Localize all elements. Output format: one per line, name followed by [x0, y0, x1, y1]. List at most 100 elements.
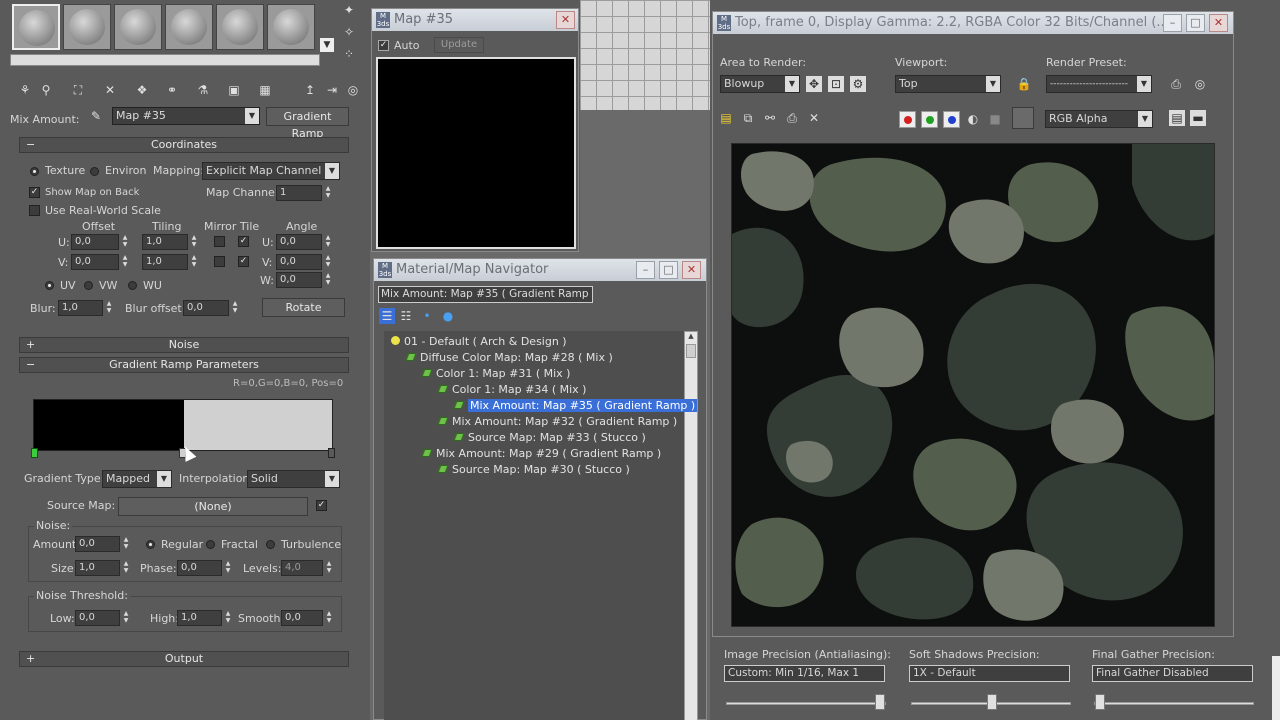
navigator-titlebar[interactable]: M 3ds Material/Map Navigator: [374, 259, 706, 281]
auto-checkbox[interactable]: ✓: [378, 40, 389, 51]
view-list-icons-icon[interactable]: ☷: [398, 308, 414, 324]
u-tiling-field[interactable]: 1,0: [142, 234, 188, 250]
interpolation-dropdown[interactable]: Solid ▼: [247, 470, 340, 488]
show-map-icon[interactable]: ▦: [257, 82, 273, 98]
v-tiling-field[interactable]: 1,0: [142, 254, 188, 270]
side-tool-icon[interactable]: ⁘: [341, 46, 357, 62]
source-map-checkbox[interactable]: ✓: [316, 500, 327, 511]
w-angle-spinner[interactable]: ▲ ▼: [323, 272, 333, 288]
map-name-dropdown[interactable]: Map #35 ▼: [112, 107, 260, 125]
mapping-dropdown[interactable]: Explicit Map Channel ▼: [202, 162, 340, 180]
phase-spinner[interactable]: ▲ ▼: [223, 560, 233, 576]
u-angle-spinner[interactable]: ▲ ▼: [323, 234, 333, 250]
sample-sphere[interactable]: [12, 4, 60, 50]
image-precision-field[interactable]: Custom: Min 1/16, Max 1: [724, 665, 885, 682]
assign-material-icon[interactable]: ⛶: [70, 82, 86, 98]
blur-offset-spinner[interactable]: ▲ ▼: [230, 300, 240, 316]
side-tool-icon[interactable]: ✧: [341, 24, 357, 40]
area-to-render-dropdown[interactable]: Blowup ▼: [720, 75, 800, 93]
navigator-scrollbar[interactable]: ▲: [684, 331, 698, 720]
gradient-type-dropdown[interactable]: Mapped ▼: [102, 470, 172, 488]
amount-spinner[interactable]: ▲ ▼: [121, 536, 131, 552]
save-image-icon[interactable]: ▤: [718, 110, 734, 126]
v-offset-field[interactable]: 0,0: [71, 254, 119, 270]
color-swatch[interactable]: [1012, 107, 1034, 129]
tree-item[interactable]: Mix Amount: Map #32 ( Gradient Ramp ): [437, 414, 677, 429]
gradient-params-rollout[interactable]: − Gradient Ramp Parameters: [19, 357, 349, 373]
turbulence-radio[interactable]: [266, 540, 275, 549]
flag-marker-end[interactable]: [328, 448, 335, 458]
u-mirror-checkbox[interactable]: [214, 236, 225, 247]
u-tile-checkbox[interactable]: ✓: [238, 236, 249, 247]
u-offset-spinner[interactable]: ▲ ▼: [120, 234, 130, 250]
view-large-icons-icon[interactable]: ●: [440, 308, 456, 324]
flag-marker-green[interactable]: [31, 448, 38, 458]
low-field[interactable]: 0,0: [75, 610, 120, 626]
u-angle-field[interactable]: 0,0: [276, 234, 322, 250]
tree-item[interactable]: Diffuse Color Map: Map #28 ( Mix ): [405, 350, 613, 365]
size-spinner[interactable]: ▲ ▼: [121, 560, 131, 576]
gradient-ramp-bar[interactable]: [33, 399, 333, 451]
sample-sphere[interactable]: [216, 4, 264, 50]
map-channel-spinner[interactable]: ▲ ▼: [323, 185, 333, 201]
u-offset-field[interactable]: 0,0: [71, 234, 119, 250]
high-field[interactable]: 1,0: [177, 610, 222, 626]
go-forward-icon[interactable]: ⇥: [324, 82, 340, 98]
monochrome-icon[interactable]: ■: [987, 111, 1003, 127]
green-channel-toggle[interactable]: [921, 111, 938, 128]
options-icon[interactable]: ◎: [345, 82, 361, 98]
soft-shadows-field[interactable]: 1X - Default: [909, 665, 1070, 682]
image-precision-slider-thumb[interactable]: [875, 694, 885, 710]
final-gather-slider[interactable]: [1094, 702, 1254, 705]
minimize-icon[interactable]: –: [636, 261, 655, 279]
tree-item-selected[interactable]: Mix Amount: Map #35 ( Gradient Ramp ): [453, 398, 698, 413]
texture-radio[interactable]: [30, 167, 39, 176]
source-map-button[interactable]: (None): [118, 497, 308, 516]
tree-item-root[interactable]: 01 - Default ( Arch & Design ): [391, 334, 567, 349]
delete-icon[interactable]: ✕: [102, 82, 118, 98]
map-preview-titlebar[interactable]: M 3ds Map #35: [372, 9, 578, 31]
put-to-scene-icon[interactable]: ⚲: [38, 82, 54, 98]
minimize-icon[interactable]: –: [1163, 14, 1182, 32]
render-setup-icon[interactable]: ⚙: [850, 76, 866, 92]
viewport-grid[interactable]: [580, 0, 710, 110]
smooth-field[interactable]: 0,0: [281, 610, 323, 626]
get-material-icon[interactable]: ⚘: [17, 82, 33, 98]
maximize-icon[interactable]: □: [659, 261, 678, 279]
make-copy-icon[interactable]: ❖: [134, 82, 150, 98]
chevron-down-icon[interactable]: ▼: [320, 38, 334, 52]
slots-scrollbar[interactable]: [10, 54, 320, 66]
render-preset-dropdown[interactable]: ------------------------ ▼: [1046, 75, 1152, 93]
alpha-channel-icon[interactable]: ◐: [965, 111, 981, 127]
uv-radio[interactable]: [45, 281, 54, 290]
scroll-up-icon[interactable]: ▲: [685, 332, 697, 344]
render-options-icon[interactable]: ◎: [1192, 76, 1208, 92]
image-precision-slider[interactable]: [726, 702, 886, 705]
show-map-on-back-checkbox[interactable]: ✓: [29, 187, 40, 198]
high-spinner[interactable]: ▲ ▼: [223, 610, 233, 626]
clone-window-icon[interactable]: ⚯: [762, 110, 778, 126]
lock-icon[interactable]: 🔒: [1016, 76, 1032, 92]
v-angle-field[interactable]: 0,0: [276, 254, 322, 270]
wu-radio[interactable]: [128, 281, 137, 290]
size-field[interactable]: 1,0: [75, 560, 120, 576]
production-icon[interactable]: ⎙: [1168, 76, 1184, 92]
edit-region-icon[interactable]: ✥: [806, 76, 822, 92]
v-offset-spinner[interactable]: ▲ ▼: [120, 254, 130, 270]
eyedropper-icon[interactable]: ✎: [88, 108, 104, 124]
phase-field[interactable]: 0,0: [177, 560, 222, 576]
blur-field[interactable]: 1,0: [58, 300, 103, 316]
blue-channel-toggle[interactable]: [943, 111, 960, 128]
levels-spinner[interactable]: ▲ ▼: [324, 560, 334, 576]
map-channel-field[interactable]: 1: [276, 185, 322, 201]
low-spinner[interactable]: ▲ ▼: [121, 610, 131, 626]
sample-sphere[interactable]: [114, 4, 162, 50]
close-icon[interactable]: ✕: [556, 11, 575, 29]
print-icon[interactable]: ⎙: [784, 110, 800, 126]
side-tool-icon[interactable]: ✦: [341, 2, 357, 18]
sample-sphere[interactable]: [267, 4, 315, 50]
sample-sphere[interactable]: [63, 4, 111, 50]
real-world-scale-checkbox[interactable]: [29, 205, 40, 216]
copy-image-icon[interactable]: ⧉: [740, 110, 756, 126]
blur-offset-field[interactable]: 0,0: [183, 300, 229, 316]
